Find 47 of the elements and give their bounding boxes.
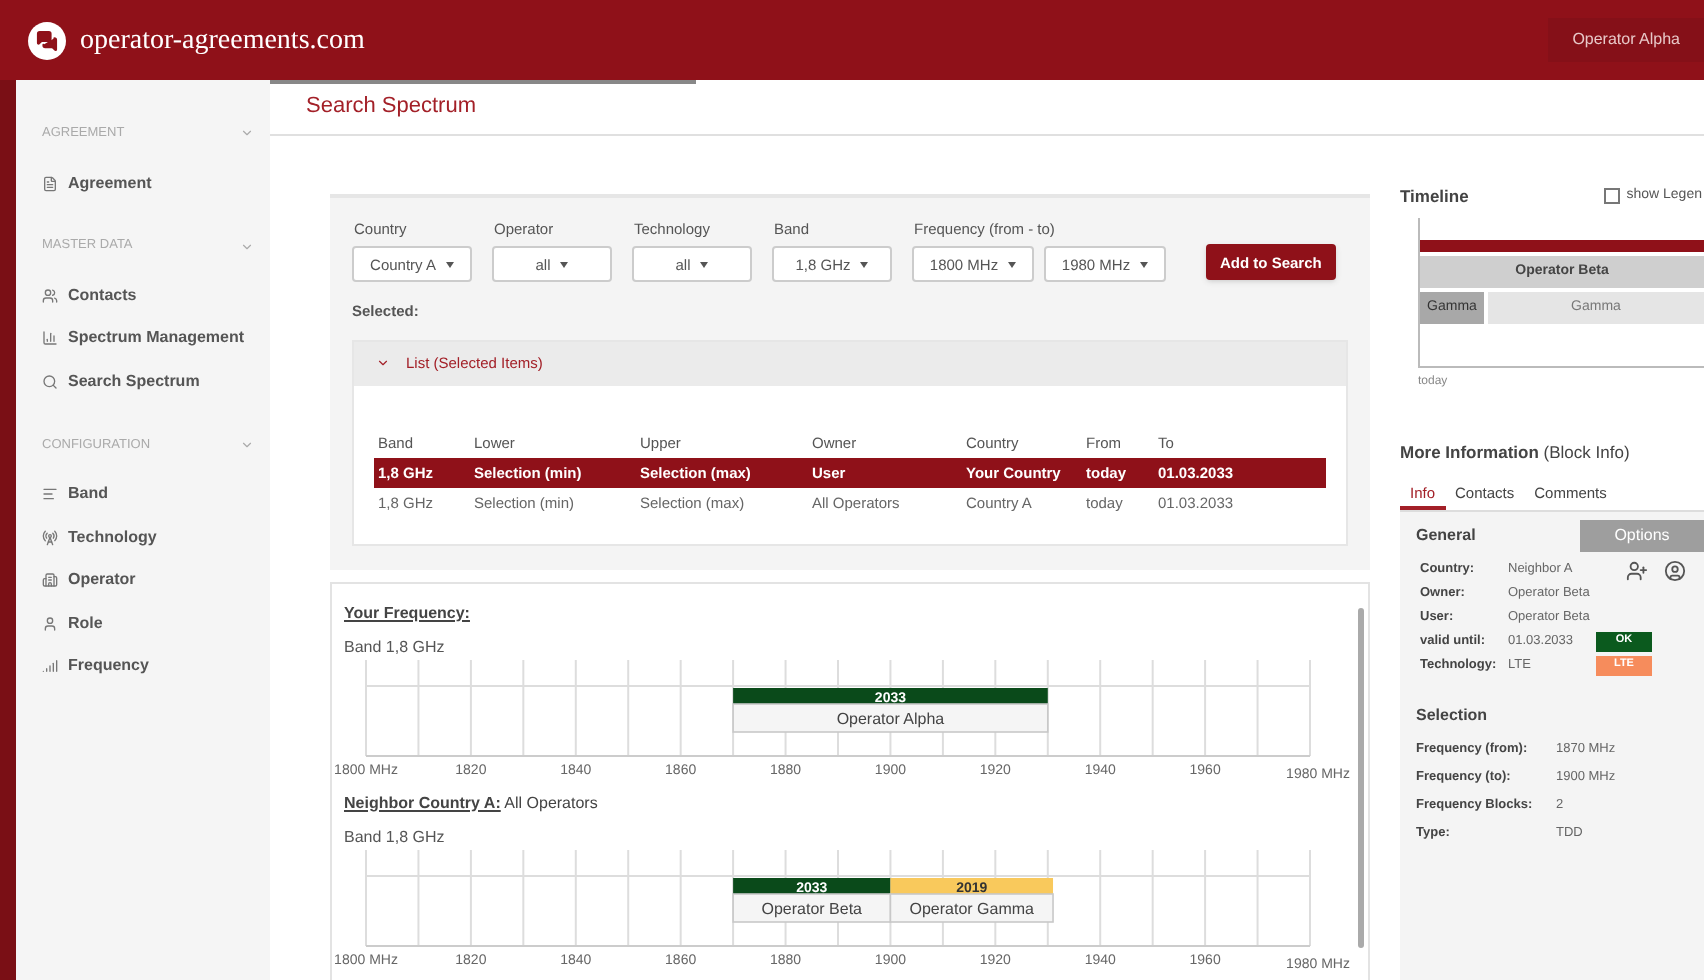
sidebar-item[interactable]: Agreement [42, 161, 254, 205]
info-title: More Information [1400, 441, 1539, 462]
operator-label: Operator Alpha [836, 709, 945, 727]
timeline-title: Timeline [1400, 184, 1469, 210]
sidebar-item[interactable]: Spectrum Management [42, 317, 254, 360]
info-subtitle: (Block Info) [1543, 441, 1630, 462]
band-label: Band 1,8 GHz [344, 825, 447, 849]
sidebar-item[interactable]: Role [42, 601, 254, 645]
tower-icon [42, 529, 58, 545]
sidebar-item[interactable]: Band [42, 472, 254, 516]
sidebar-item[interactable]: Technology [42, 515, 254, 559]
caret-icon [445, 261, 454, 268]
sidebar-item[interactable]: Frequency [42, 644, 254, 688]
signal-icon [42, 658, 58, 674]
caret-icon [700, 261, 709, 268]
chevron-icon[interactable] [240, 239, 254, 254]
lines-icon [42, 486, 58, 502]
selection-title: Selection [1416, 703, 1490, 727]
section-subheading: All Operators [502, 793, 598, 811]
sidebar-item[interactable]: Search Spectrum [42, 360, 254, 403]
search-icon [42, 373, 58, 390]
operator-label: Operator Beta [761, 899, 863, 917]
chevron-icon[interactable] [240, 126, 254, 141]
chevron-icon[interactable] [240, 437, 254, 452]
bar-chart-icon [42, 330, 58, 347]
page-title: Search Spectrum [306, 92, 476, 123]
sidebar-item[interactable]: Operator [42, 558, 254, 602]
people-icon [42, 287, 58, 304]
sidebar-item[interactable]: Contacts [42, 274, 254, 317]
caret-icon [1008, 261, 1017, 268]
building-icon [42, 572, 58, 588]
scrollbar[interactable] [1358, 607, 1364, 947]
caret-icon [560, 261, 569, 268]
add-person-icon[interactable] [1626, 559, 1648, 581]
document-icon [42, 175, 58, 191]
user-button[interactable]: Operator Alpha [1548, 18, 1704, 62]
operator-label: Operator Gamma [909, 899, 1034, 917]
person-icon [42, 615, 58, 631]
account-icon[interactable] [1664, 559, 1686, 581]
general-title: General [1416, 523, 1476, 547]
site-title[interactable]: operator-agreements.com [80, 19, 365, 61]
caret-icon [1140, 261, 1149, 268]
logo-icon [28, 21, 66, 59]
section-heading: Neighbor Country A: [344, 793, 501, 811]
band-label: Band 1,8 GHz [344, 635, 447, 659]
section-heading: Your Frequency: [344, 603, 470, 621]
caret-icon [860, 261, 869, 268]
